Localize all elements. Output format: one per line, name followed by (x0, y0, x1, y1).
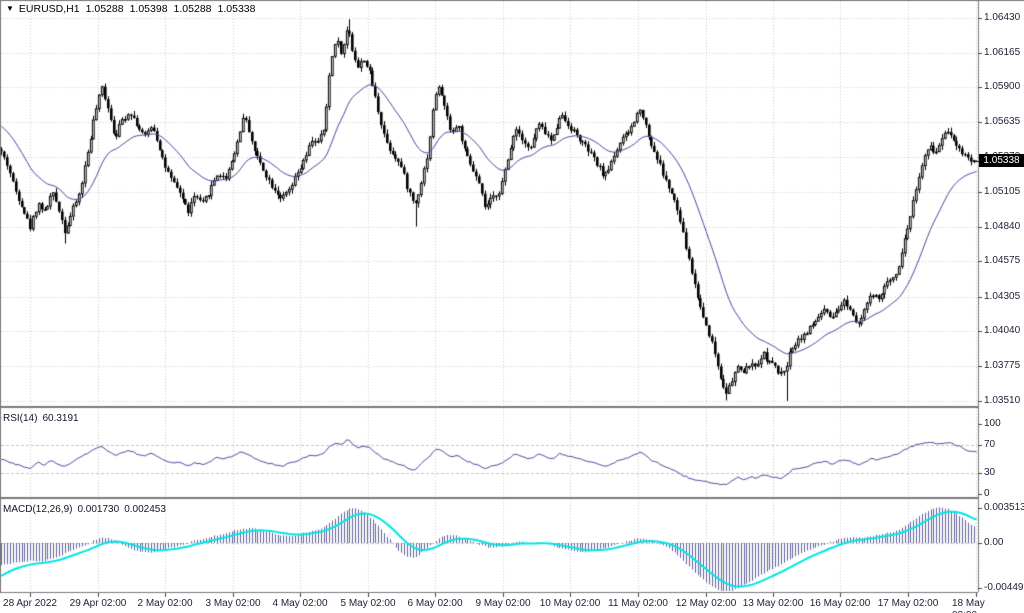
rsi-axis-label: 100 (984, 418, 1001, 430)
time-axis-label: 17 May 02:00 (878, 598, 939, 610)
symbol-dropdown-icon[interactable]: ▼ (6, 4, 14, 13)
current-price-tag: 1.05338 (979, 154, 1024, 167)
symbol-header[interactable]: ▼ EURUSD,H1 1.05288 1.05398 1.05288 1.05338 (6, 3, 255, 15)
time-axis-label: 12 May 02:00 (676, 598, 737, 610)
ohlc-low: 1.05288 (174, 3, 212, 15)
price-axis-label: 1.04840 (984, 221, 1020, 233)
time-axis-label: 16 May 02:00 (810, 598, 871, 610)
time-axis-label: 4 May 02:00 (272, 598, 327, 610)
time-axis-label: 28 Apr 2022 (3, 598, 57, 610)
chart-window: ▼ EURUSD,H1 1.05288 1.05398 1.05288 1.05338 R… (0, 0, 1024, 613)
macd-axis-label: -0.00449 (984, 582, 1023, 594)
time-axis-label: 11 May 02:00 (608, 598, 668, 610)
price-axis-label: 1.03510 (984, 395, 1020, 407)
macd-signal-value: 0.002453 (124, 504, 166, 515)
price-axis-label: 1.03775 (984, 360, 1020, 372)
time-axis-label: 3 May 02:00 (205, 598, 260, 610)
price-axis-label: 1.05900 (984, 81, 1020, 93)
rsi-indicator-title: RSI(14) 60.3191 (3, 413, 84, 424)
ohlc-open: 1.05288 (86, 3, 124, 15)
time-axis-label: 18 May 02:00 (952, 598, 1000, 613)
rsi-axis-label: 70 (984, 439, 995, 451)
time-axis-label: 13 May 02:00 (743, 598, 804, 610)
rsi-label: RSI(14) (3, 413, 37, 424)
macd-axis-label: 0.00 (984, 537, 1003, 549)
price-axis-label: 1.04305 (984, 291, 1020, 303)
symbol-timeframe-label: EURUSD,H1 (19, 3, 80, 15)
rsi-axis-label: 0 (984, 488, 990, 500)
price-axis-label: 1.06165 (984, 47, 1020, 59)
price-axis-label: 1.06430 (984, 12, 1020, 24)
macd-label: MACD(12,26,9) (3, 504, 72, 515)
time-axis-label: 29 Apr 02:00 (70, 598, 127, 610)
time-axis-label: 9 May 02:00 (475, 598, 530, 610)
ohlc-close: 1.05338 (218, 3, 256, 15)
time-axis-label: 2 May 02:00 (137, 598, 192, 610)
time-axis-label: 10 May 02:00 (540, 598, 601, 610)
time-axis-label: 6 May 02:00 (407, 598, 462, 610)
time-axis-label: 5 May 02:00 (340, 598, 395, 610)
price-axis-label: 1.05105 (984, 186, 1020, 198)
chart-canvas[interactable] (0, 0, 1024, 613)
price-axis-label: 1.04575 (984, 255, 1020, 267)
ohlc-high: 1.05398 (130, 3, 168, 15)
macd-main-value: 0.001730 (77, 504, 119, 515)
macd-indicator-title: MACD(12,26,9) 0.001730 0.002453 (3, 504, 171, 515)
rsi-value: 60.3191 (42, 413, 78, 424)
price-axis-label: 1.05635 (984, 116, 1020, 128)
price-axis-label: 1.04040 (984, 325, 1020, 337)
macd-axis-label: 0.003513 (984, 502, 1024, 514)
rsi-axis-label: 30 (984, 467, 995, 479)
